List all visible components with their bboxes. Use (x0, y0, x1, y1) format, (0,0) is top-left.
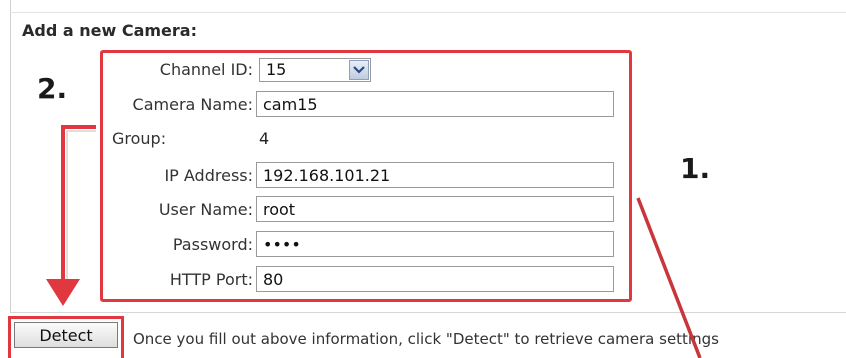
user-name-field[interactable] (256, 196, 614, 222)
camera-name-field[interactable] (256, 91, 614, 117)
step-2-arrow-line (61, 125, 96, 281)
page-title: Add a new Camera: (22, 21, 197, 40)
password-field[interactable] (256, 231, 614, 257)
divider (10, 312, 846, 313)
channel-id-label: Channel ID: (159, 60, 253, 79)
detect-button[interactable]: Detect (14, 322, 118, 348)
channel-id-value: 15 (266, 60, 287, 79)
add-camera-page: Add a new Camera: 2. 1. Channel ID: 15 C… (0, 0, 846, 358)
panel-border (10, 0, 11, 312)
step-2-arrow-head (46, 279, 80, 306)
detect-hint-text: Once you fill out above information, cli… (133, 330, 719, 348)
group-value: 4 (259, 129, 270, 148)
chevron-down-icon[interactable] (349, 60, 369, 80)
step-2-arrow-line-shadow (66, 130, 96, 281)
step-1-callout: 1. (680, 152, 711, 185)
camera-name-label: Camera Name: (132, 95, 253, 114)
ip-address-field[interactable] (256, 162, 614, 188)
channel-id-select[interactable]: 15 (259, 58, 371, 82)
group-label: Group: (112, 129, 167, 148)
panel-divider (10, 12, 846, 13)
user-name-label: User Name: (158, 200, 253, 219)
step-2-callout: 2. (37, 72, 68, 105)
ip-address-label: IP Address: (164, 166, 253, 185)
http-port-label: HTTP Port: (169, 270, 253, 289)
password-label: Password: (172, 235, 253, 254)
http-port-field[interactable] (256, 266, 614, 292)
